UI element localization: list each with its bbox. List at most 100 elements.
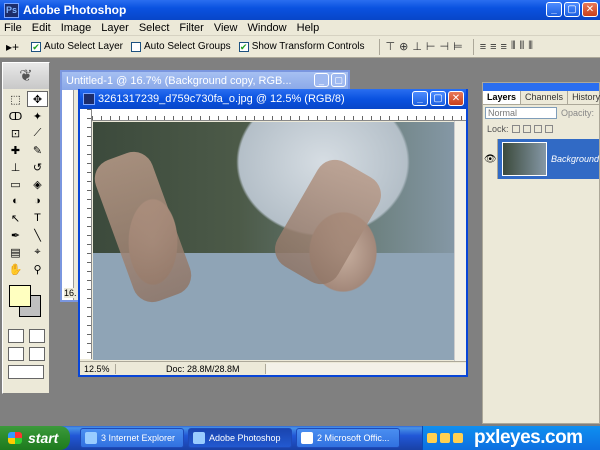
magic-wand-icon[interactable]: ✦ xyxy=(27,108,48,124)
back-maximize-button[interactable]: ▢ xyxy=(331,73,346,87)
palette-titlebar[interactable] xyxy=(483,83,599,91)
left-hand xyxy=(89,146,197,308)
move-tool-preset-icon[interactable]: ▸+ xyxy=(6,40,19,54)
doc-size-info[interactable]: Doc: 28.8M/28.8M xyxy=(116,363,266,374)
document-window[interactable]: 3261317239_d759c730fa_o.jpg @ 12.5% (RGB… xyxy=(78,89,468,377)
layer-row[interactable]: 👁 Background xyxy=(483,139,599,179)
document-titlebar[interactable]: 3261317239_d759c730fa_o.jpg @ 12.5% (RGB… xyxy=(80,89,466,109)
blend-row: Normal Opacity: xyxy=(483,105,599,121)
menu-layer[interactable]: Layer xyxy=(101,22,129,34)
align-top-icon[interactable]: ⊤ xyxy=(386,40,396,53)
layers-palette: Layers Channels History Normal Opacity: … xyxy=(482,82,600,424)
pen-icon[interactable]: ✒ xyxy=(5,227,26,243)
back-document-title[interactable]: Untitled-1 @ 16.7% (Background copy, RGB… xyxy=(62,72,348,90)
blend-mode-select[interactable]: Normal xyxy=(485,107,557,119)
dodge-icon[interactable]: ◑ xyxy=(27,193,48,209)
stamp-icon[interactable]: ⊥ xyxy=(5,159,26,175)
zoom-field[interactable]: 12.5% xyxy=(80,363,116,374)
tab-channels[interactable]: Channels xyxy=(521,91,569,104)
foreground-color-swatch[interactable] xyxy=(9,285,31,307)
distribute-vcenter-icon[interactable]: ≡ xyxy=(490,41,497,53)
path-select-icon[interactable]: ↖ xyxy=(5,210,26,226)
type-icon[interactable]: T xyxy=(27,210,48,226)
menu-file[interactable]: File xyxy=(4,22,22,34)
back-zoom-field[interactable]: 16. xyxy=(64,288,77,298)
back-minimize-button[interactable]: _ xyxy=(314,73,329,87)
tab-layers[interactable]: Layers xyxy=(483,91,522,104)
horizontal-scrollbar[interactable] xyxy=(266,362,466,375)
lock-position-icon[interactable] xyxy=(533,125,542,133)
tab-history[interactable]: History xyxy=(568,91,600,104)
menu-filter[interactable]: Filter xyxy=(179,22,203,34)
distribute-left-icon[interactable]: ⫴ xyxy=(511,40,516,53)
eraser-icon[interactable]: ▭ xyxy=(5,176,26,192)
tray-icon[interactable] xyxy=(440,433,450,443)
distribute-hcenter-icon[interactable]: ⫴ xyxy=(520,40,525,53)
quick-mask-button[interactable] xyxy=(28,329,45,343)
tray-icon[interactable] xyxy=(453,433,463,443)
menu-view[interactable]: View xyxy=(214,22,238,34)
align-right-icon[interactable]: ⊨ xyxy=(453,40,463,53)
task-adobe-photoshop[interactable]: Adobe Photoshop xyxy=(188,428,292,448)
menu-image[interactable]: Image xyxy=(61,22,92,34)
bucket-icon[interactable]: ◈ xyxy=(27,176,48,192)
distribute-right-icon[interactable]: ⫴ xyxy=(528,40,533,53)
align-hcenter-icon[interactable]: ⊣ xyxy=(440,40,450,53)
separator xyxy=(378,38,380,55)
document-canvas-photo[interactable] xyxy=(89,122,456,360)
lock-row: Lock: xyxy=(483,121,599,137)
marquee-icon[interactable]: ⬚ xyxy=(5,91,26,107)
jump-to-imageready-button[interactable] xyxy=(8,365,44,379)
doc-close-button[interactable]: ✕ xyxy=(448,91,464,106)
lock-transparent-icon[interactable] xyxy=(511,125,520,133)
toolbox-header[interactable]: ❦ xyxy=(3,63,49,89)
hand-icon[interactable]: ✋ xyxy=(5,261,26,277)
notes-icon[interactable]: ▤ xyxy=(5,244,26,260)
start-button[interactable]: start xyxy=(0,426,70,450)
history-brush-icon[interactable]: ↺ xyxy=(27,159,48,175)
menu-window[interactable]: Window xyxy=(248,22,287,34)
align-left-icon[interactable]: ⊢ xyxy=(426,40,436,53)
blur-icon[interactable]: ◐ xyxy=(5,193,26,209)
task-internet-explorer[interactable]: 3 Internet Explorer xyxy=(80,428,184,448)
screen-mode-full-button[interactable] xyxy=(28,347,45,361)
maximize-button[interactable]: ▢ xyxy=(564,2,580,17)
show-transform-controls-checkbox[interactable]: ✔ Show Transform Controls xyxy=(238,41,365,52)
task-label: 3 Internet Explorer xyxy=(101,433,176,443)
close-button[interactable]: ✕ xyxy=(582,2,598,17)
brush-icon[interactable]: ✎ xyxy=(27,142,48,158)
lasso-icon[interactable]: ↀ xyxy=(5,108,26,124)
eyedropper-icon[interactable]: ⌖ xyxy=(27,244,48,260)
auto-select-groups-label: Auto Select Groups xyxy=(143,41,231,52)
tray-icon[interactable] xyxy=(427,433,437,443)
tool-grid: ⬚ ✥ ↀ ✦ ⊡ ⟋ ✚ ✎ ⊥ ↺ ▭ ◈ ◐ ◑ ↖ T ✒ ╲ ▤ ⌖ ✋ ⚲ xyxy=(3,89,49,279)
doc-minimize-button[interactable]: _ xyxy=(412,91,428,106)
healing-icon[interactable]: ✚ xyxy=(5,142,26,158)
screen-mode-standard-button[interactable] xyxy=(7,347,24,361)
lock-image-icon[interactable] xyxy=(522,125,531,133)
standard-mode-button[interactable] xyxy=(7,329,24,343)
move-icon[interactable]: ✥ xyxy=(27,91,48,107)
eye-icon[interactable]: 👁 xyxy=(483,139,499,179)
menu-help[interactable]: Help xyxy=(297,22,320,34)
auto-select-layer-checkbox[interactable]: ✔ Auto Select Layer xyxy=(31,41,123,52)
align-vcenter-icon[interactable]: ⊕ xyxy=(399,40,408,53)
internet-explorer-icon xyxy=(85,432,97,444)
watermark-text: pxleyes.com xyxy=(474,427,583,448)
task-microsoft-office[interactable]: 2 Microsoft Offic... xyxy=(296,428,400,448)
menu-edit[interactable]: Edit xyxy=(32,22,51,34)
menu-select[interactable]: Select xyxy=(139,22,170,34)
taskbar: start 3 Internet Explorer Adobe Photosho… xyxy=(0,426,600,450)
distribute-bottom-icon[interactable]: ≡ xyxy=(501,41,508,53)
minimize-button[interactable]: _ xyxy=(546,2,562,17)
vertical-scrollbar[interactable] xyxy=(454,121,466,361)
auto-select-groups-checkbox[interactable]: Auto Select Groups xyxy=(130,41,231,52)
crop-icon[interactable]: ⊡ xyxy=(5,125,26,141)
lock-all-icon[interactable] xyxy=(544,125,553,133)
align-bottom-icon[interactable]: ⊥ xyxy=(412,40,422,53)
doc-maximize-button[interactable]: ▢ xyxy=(430,91,446,106)
distribute-top-icon[interactable]: ≡ xyxy=(480,41,487,53)
slice-icon[interactable]: ⟋ xyxy=(27,125,48,141)
zoom-icon[interactable]: ⚲ xyxy=(27,261,48,277)
line-icon[interactable]: ╲ xyxy=(27,227,48,243)
